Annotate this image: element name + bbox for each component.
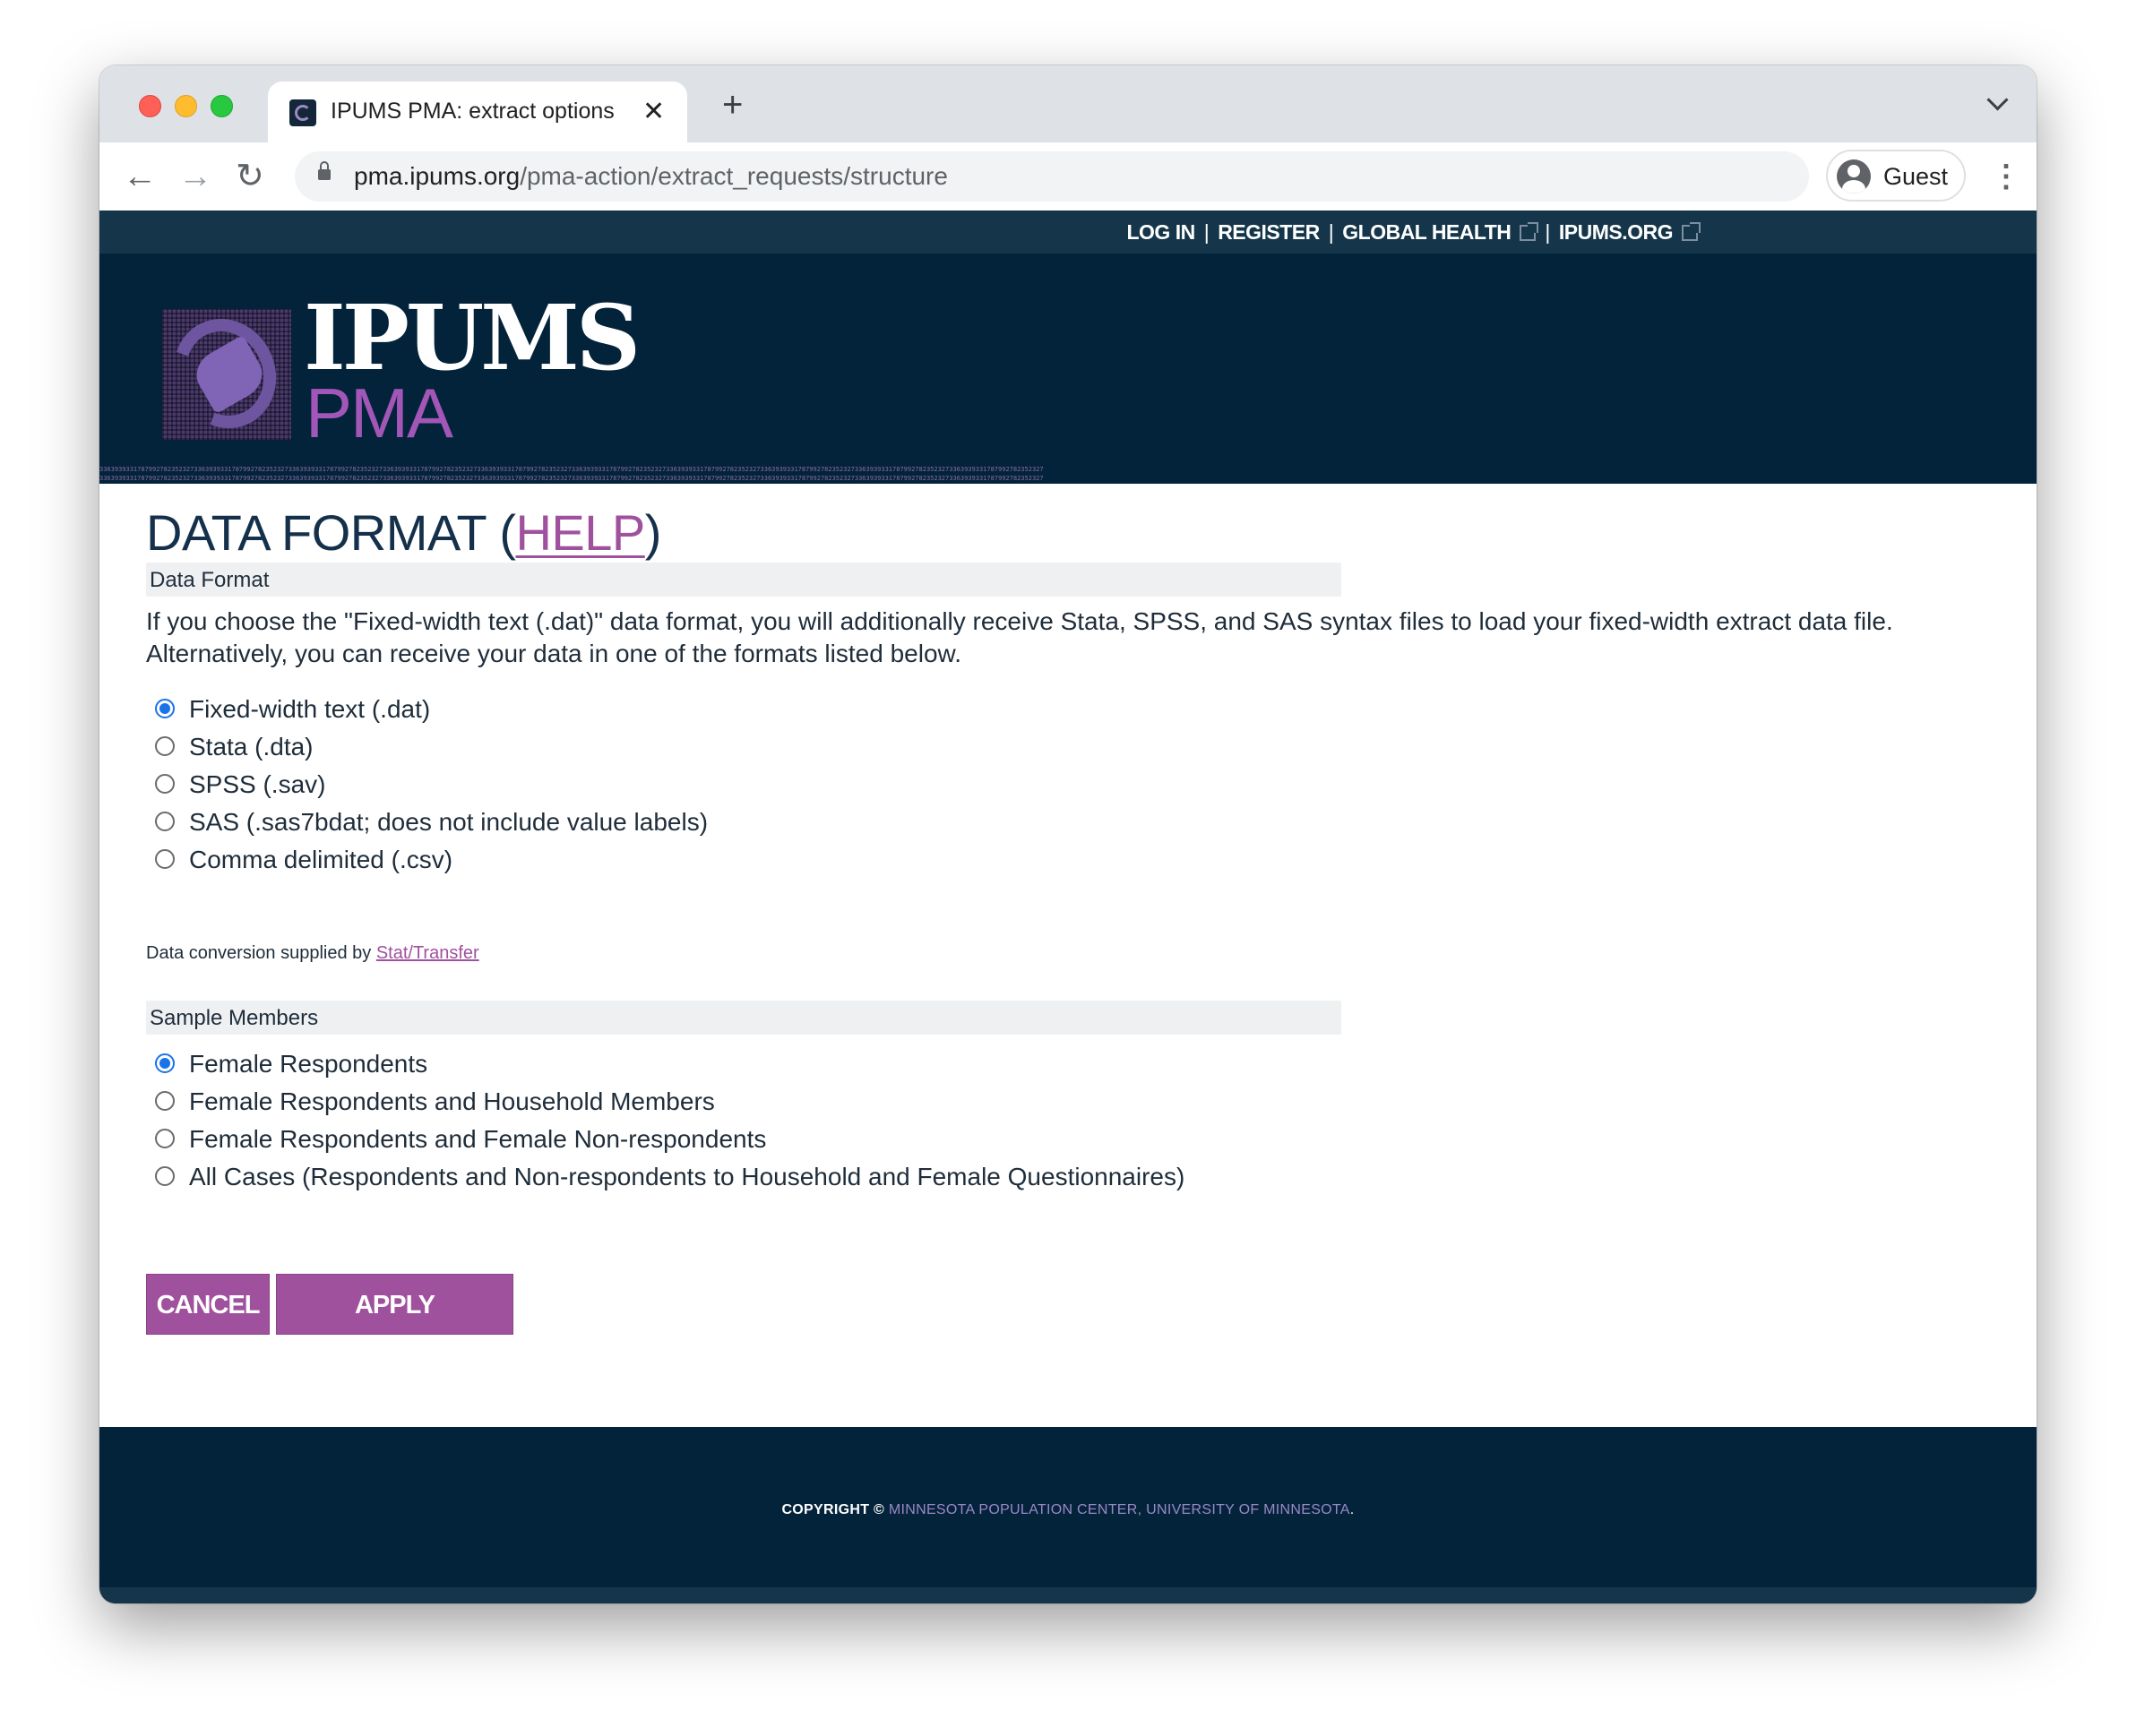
radio-label[interactable]: Stata (.dta) [189,731,314,763]
address-bar[interactable]: pma.ipums.org/pma-action/extract_request… [295,151,1809,202]
ipums-logo-mark-icon[interactable] [162,309,291,440]
browser-tab-active[interactable]: IPUMS PMA: extract options ✕ [268,82,687,142]
site-header-banner: IPUMS PMA 336393933178799278235232733639… [99,254,2037,484]
ipums-favicon-icon [289,99,316,126]
apply-selections-button[interactable]: APPLY SELECTIONS [276,1274,513,1380]
cancel-button[interactable]: CANCEL [146,1274,270,1335]
data-format-section-label: Data Format [150,568,270,592]
global-health-link[interactable]: GLOBAL HEALTH [1342,220,1512,244]
radio-label[interactable]: Comma delimited (.csv) [189,844,452,876]
register-link[interactable]: REGISTER [1218,220,1320,244]
nav-separator: | [1328,220,1334,244]
radio-button[interactable] [155,699,175,718]
browser-toolbar: ← → ↻ pma.ipums.org/pma-action/extract_r… [99,142,2037,211]
radio-label[interactable]: Female Respondents and Female Non-respon… [189,1123,766,1156]
profile-button[interactable]: Guest [1826,150,1966,202]
tab-close-icon[interactable]: ✕ [642,94,665,130]
radio-label[interactable]: Fixed-width text (.dat) [189,693,430,726]
radio-label[interactable]: SAS (.sas7bdat; does not include value l… [189,806,708,838]
new-tab-button[interactable]: + [722,85,743,125]
url-text[interactable]: pma.ipums.org/pma-action/extract_request… [354,162,948,191]
radio-label[interactable]: All Cases (Respondents and Non-responden… [189,1161,1184,1193]
reload-button[interactable]: ↻ [236,155,264,198]
data-format-description: If you choose the "Fixed-width text (.da… [146,607,1893,667]
digit-pattern-strip: 3363939331787992782352327336393933178799… [99,466,1044,482]
sample-members-section-label: Sample Members [150,1006,319,1030]
radio-button[interactable] [155,1091,175,1111]
copyright-text: COPYRIGHT © MINNESOTA POPULATION CENTER,… [781,1502,1355,1517]
profile-name: Guest [1883,163,1949,190]
tab-title: IPUMS PMA: extract options [331,99,615,124]
login-link[interactable]: LOG IN [1126,220,1195,244]
browser-menu-icon[interactable]: ⋮ [1991,155,2021,198]
ipums-org-link[interactable]: IPUMS.ORG [1559,220,1674,244]
stat-transfer-link[interactable]: Stat/Transfer [376,943,479,963]
logo-ipums-text[interactable]: IPUMS [304,293,641,382]
radio-button[interactable] [155,1053,175,1073]
guest-avatar-icon [1837,159,1871,193]
nav-separator: | [1203,220,1210,244]
forward-button[interactable]: → [178,155,212,198]
radio-button[interactable] [155,774,175,794]
tab-search-chevron-icon[interactable] [1986,89,2009,111]
logo-pma-text[interactable]: PMA [306,377,453,449]
close-window-button[interactable] [139,95,161,117]
external-link-icon [1682,222,1701,241]
radio-button[interactable] [155,1166,175,1186]
mpc-link[interactable]: MINNESOTA POPULATION CENTER, UNIVERSITY … [889,1502,1350,1517]
conversion-credit: Data conversion supplied by Stat/Transfe… [146,943,479,963]
radio-button[interactable] [155,812,175,831]
sample-members-section-header: Sample Members [146,1001,1341,1035]
back-button[interactable]: ← [123,155,157,198]
nav-separator: | [1545,220,1550,244]
tab-strip: IPUMS PMA: extract options ✕ + [99,65,2037,142]
footer-bottom-edge [99,1587,2037,1603]
maximize-window-button[interactable] [211,95,233,117]
utility-nav: LOG IN | REGISTER | GLOBAL HEALTH | IPUMS.ORG [99,211,2037,254]
radio-label[interactable]: SPSS (.sav) [189,769,325,801]
web-page: LOG IN | REGISTER | GLOBAL HEALTH | IPUMS.ORG … [99,211,2037,1603]
help-link[interactable]: HELP [515,504,645,561]
site-footer: COPYRIGHT © MINNESOTA POPULATION CENTER,… [99,1427,2037,1603]
page-title: DATA FORMAT (HELP) [146,504,661,561]
radio-button[interactable] [155,849,175,869]
minimize-window-button[interactable] [175,95,197,117]
radio-label[interactable]: Female Respondents [189,1048,427,1080]
radio-label[interactable]: Female Respondents and Household Members [189,1086,715,1118]
external-link-icon [1520,222,1539,241]
browser-window: IPUMS PMA: extract options ✕ + ← → ↻ pma… [99,65,2037,1603]
data-format-section-header: Data Format [146,563,1341,597]
radio-button[interactable] [155,736,175,756]
radio-button[interactable] [155,1129,175,1148]
utility-bar: LOG IN | REGISTER | GLOBAL HEALTH | IPUMS.ORG [99,211,2037,254]
lock-icon [318,161,331,180]
